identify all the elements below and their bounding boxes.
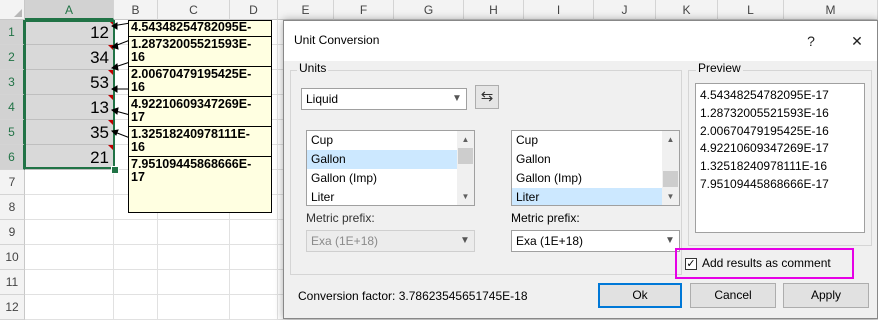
column-header-c[interactable]: C <box>158 0 230 20</box>
preview-line: 4.54348254782095E-17 <box>700 88 829 102</box>
comment-line: 16 <box>131 80 145 94</box>
row-header-3[interactable]: 3 <box>0 70 25 95</box>
comment-line: 4.92210609347269E- <box>131 96 252 111</box>
column-header-l[interactable]: L <box>718 0 784 20</box>
column-header-m[interactable]: M <box>784 0 878 20</box>
units-group-label: Units <box>297 61 329 75</box>
column-header-e[interactable]: E <box>278 0 334 20</box>
unit-option[interactable]: Gallon <box>512 150 662 169</box>
preview-list: 4.54348254782095E-17 1.28732005521593E-16… <box>695 83 865 233</box>
cancel-button[interactable]: Cancel <box>690 283 776 308</box>
preview-line: 2.00670479195425E-16 <box>700 123 829 138</box>
comment-line: 17 <box>131 170 145 184</box>
comment-line: 4.54348254782095E- <box>131 20 252 34</box>
unit-option[interactable]: Liter <box>512 188 662 205</box>
from-metric-prefix-select: Exa (1E+18) ▼ <box>306 230 475 252</box>
unit-option[interactable]: Gallon (Imp) <box>307 169 457 188</box>
to-metric-prefix-label: Metric prefix: <box>511 211 580 225</box>
from-metric-prefix-value: Exa (1E+18) <box>311 234 379 248</box>
row-header-8[interactable]: 8 <box>0 195 25 220</box>
ok-button[interactable]: Ok <box>598 283 682 308</box>
from-unit-list[interactable]: Cup Gallon Gallon (Imp) Liter ▲ ▼ <box>306 130 475 206</box>
unit-option[interactable]: Gallon <box>307 150 457 169</box>
preview-line: 7.95109445868666E-17 <box>700 176 829 191</box>
selection-border <box>24 20 115 169</box>
column-header-k[interactable]: K <box>656 0 718 20</box>
unit-option[interactable]: Liter <box>307 188 457 205</box>
swap-arrows-icon: ⇆ <box>480 88 494 105</box>
column-header-g[interactable]: G <box>394 0 464 20</box>
unit-category-select[interactable]: Liquid ▼ <box>301 88 467 110</box>
scroll-up-icon[interactable]: ▲ <box>662 131 679 148</box>
column-header-i[interactable]: I <box>524 0 594 20</box>
help-button[interactable]: ? <box>798 29 824 53</box>
column-header-h[interactable]: H <box>464 0 524 20</box>
select-all-corner[interactable] <box>0 0 25 20</box>
row-header-4[interactable]: 4 <box>0 95 25 120</box>
column-header-a[interactable]: A <box>25 0 114 20</box>
chevron-down-icon: ▼ <box>452 93 462 104</box>
from-unit-scrollbar[interactable]: ▲ ▼ <box>457 131 474 205</box>
scroll-up-icon[interactable]: ▲ <box>457 131 474 148</box>
swap-units-button[interactable]: ⇆ <box>475 85 499 109</box>
row-header-5[interactable]: 5 <box>0 120 25 145</box>
apply-button[interactable]: Apply <box>783 283 869 308</box>
comment-line: 17 <box>131 110 145 124</box>
add-comment-checkbox[interactable]: ✓ <box>685 258 697 270</box>
conversion-factor-text: Conversion factor: 3.78623545651745E-18 <box>298 289 528 303</box>
add-comment-highlight: ✓ Add results as comment <box>675 248 854 279</box>
row-header-12[interactable]: 12 <box>0 295 25 320</box>
to-unit-list[interactable]: Cup Gallon Gallon (Imp) Liter ▲ ▼ <box>511 130 680 206</box>
row-header-6[interactable]: 6 <box>0 145 25 170</box>
unit-option[interactable]: Cup <box>512 131 662 150</box>
preview-group-label: Preview <box>696 61 743 75</box>
cell-comments-box: 4.54348254782095E- 1.28732005521593E- 16 2.… <box>128 20 272 213</box>
comment-line: 16 <box>131 50 145 64</box>
preview-line: 4.92210609347269E-17 <box>700 141 829 156</box>
row-header-11[interactable]: 11 <box>0 270 25 295</box>
unit-option[interactable]: Gallon (Imp) <box>512 169 662 188</box>
comment-line: 7.95109445868666E- <box>131 156 252 171</box>
comment-line: 16 <box>131 140 145 154</box>
row-header-1[interactable]: 1 <box>0 20 25 45</box>
row-header-2[interactable]: 2 <box>0 45 25 70</box>
row-header-10[interactable]: 10 <box>0 245 25 270</box>
column-header-f[interactable]: F <box>334 0 394 20</box>
to-unit-scrollbar[interactable]: ▲ ▼ <box>662 131 679 205</box>
dialog-title: Unit Conversion <box>294 33 380 47</box>
scroll-down-icon[interactable]: ▼ <box>457 188 474 205</box>
scroll-thumb[interactable] <box>663 171 678 187</box>
comment-line: 2.00670479195425E- <box>131 66 252 81</box>
column-header-d[interactable]: D <box>230 0 278 20</box>
comment-line: 1.32518240978111E- <box>131 126 250 141</box>
to-metric-prefix-value: Exa (1E+18) <box>516 234 584 248</box>
column-header-j[interactable]: J <box>594 0 656 20</box>
unit-category-value: Liquid <box>306 92 339 106</box>
from-metric-prefix-label: Metric prefix: <box>306 211 375 225</box>
row-header-9[interactable]: 9 <box>0 220 25 245</box>
dialog-titlebar: Unit Conversion ? ✕ <box>284 21 877 61</box>
add-comment-label[interactable]: Add results as comment <box>702 256 831 270</box>
to-metric-prefix-select[interactable]: Exa (1E+18) ▼ <box>511 230 680 252</box>
scroll-down-icon[interactable]: ▼ <box>662 188 679 205</box>
close-button[interactable]: ✕ <box>844 29 870 53</box>
chevron-down-icon: ▼ <box>460 235 470 246</box>
row-header-7[interactable]: 7 <box>0 170 25 195</box>
comment-line: 1.28732005521593E- <box>131 36 252 51</box>
unit-option[interactable]: Cup <box>307 131 457 150</box>
column-header-b[interactable]: B <box>114 0 158 20</box>
gridline <box>277 20 278 319</box>
checkmark-icon: ✓ <box>686 258 696 270</box>
preview-line: 1.28732005521593E-16 <box>700 105 829 120</box>
unit-conversion-dialog: Unit Conversion ? ✕ Units Liquid ▼ ⇆ Cup… <box>283 20 878 319</box>
scroll-thumb[interactable] <box>458 148 473 164</box>
preview-line: 1.32518240978111E-16 <box>700 159 828 174</box>
